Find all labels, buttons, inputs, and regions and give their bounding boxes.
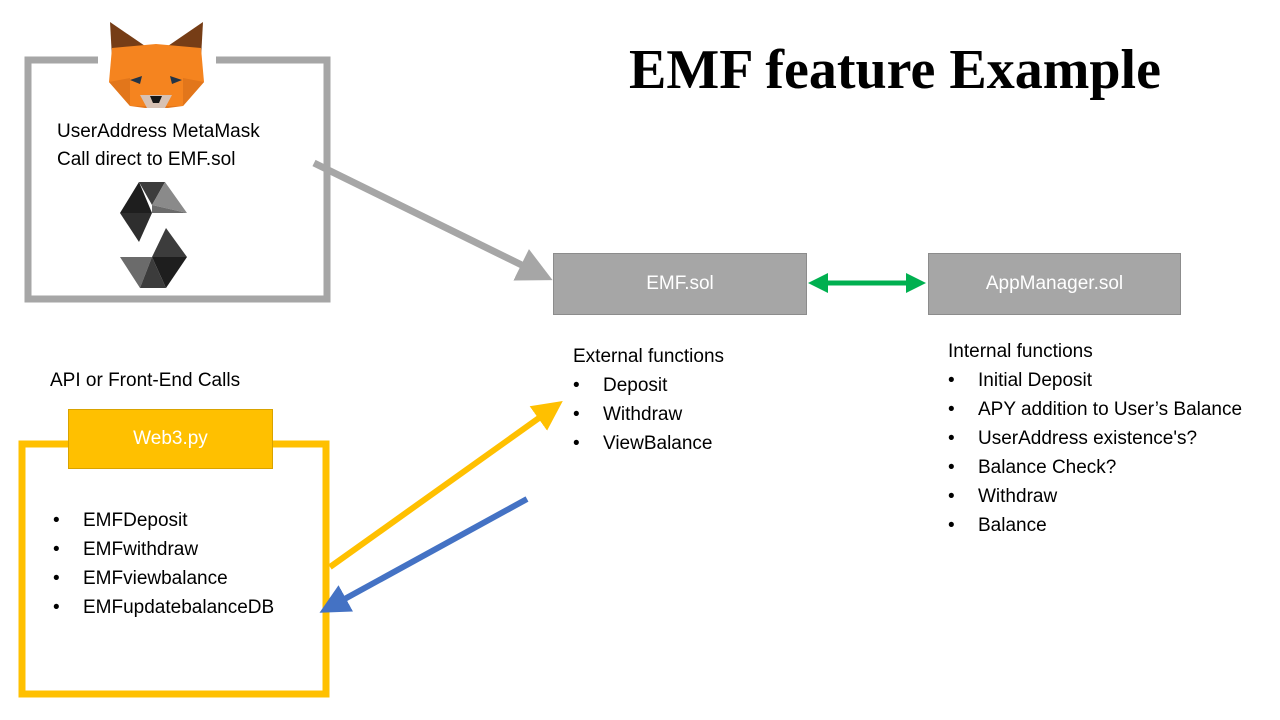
metamask-line-2: Call direct to EMF.sol [57,149,236,170]
emf-sol-box: EMF.sol [553,253,807,315]
web3-py-box: Web3.py [68,409,273,469]
metamask-caption: UserAddress MetaMask Call direct to EMF.… [57,118,260,174]
gray-arrow [312,159,553,281]
web3-functions: EMFDeposit EMFwithdraw EMFviewbalance EM… [53,506,274,622]
appmanager-sol-label: AppManager.sol [985,273,1124,294]
list-item: ViewBalance [573,429,724,458]
list-item: Withdraw [948,482,1242,511]
list-item: Deposit [573,371,724,400]
external-functions-heading: External functions [573,346,725,367]
internal-functions-heading: Internal functions [948,341,1093,362]
list-item: APY addition to User’s Balance [948,395,1242,424]
list-item: Balance Check? [948,453,1242,482]
list-item: EMFviewbalance [53,564,274,593]
blue-arrow [319,496,529,613]
list-item: EMFupdatebalanceDB [53,593,274,622]
page-title: EMF feature Example [629,39,1161,101]
list-item: Withdraw [573,400,724,429]
web3-caption: API or Front-End Calls [50,370,241,391]
list-item: UserAddress existence's? [948,424,1242,453]
web3-py-label: Web3.py [133,428,208,449]
metamask-fox-icon [109,22,204,108]
list-item: Initial Deposit [948,366,1242,395]
internal-functions: Internal functions Initial Deposit APY a… [948,337,1242,540]
list-item: EMFwithdraw [53,535,274,564]
appmanager-sol-box: AppManager.sol [928,253,1181,315]
external-functions: External functions Deposit Withdraw View… [573,342,724,458]
solidity-logo-icon [120,182,187,288]
metamask-line-1: UserAddress MetaMask [57,121,260,142]
emf-sol-label: EMF.sol [646,273,714,294]
list-item: Balance [948,511,1242,540]
list-item: EMFDeposit [53,506,274,535]
